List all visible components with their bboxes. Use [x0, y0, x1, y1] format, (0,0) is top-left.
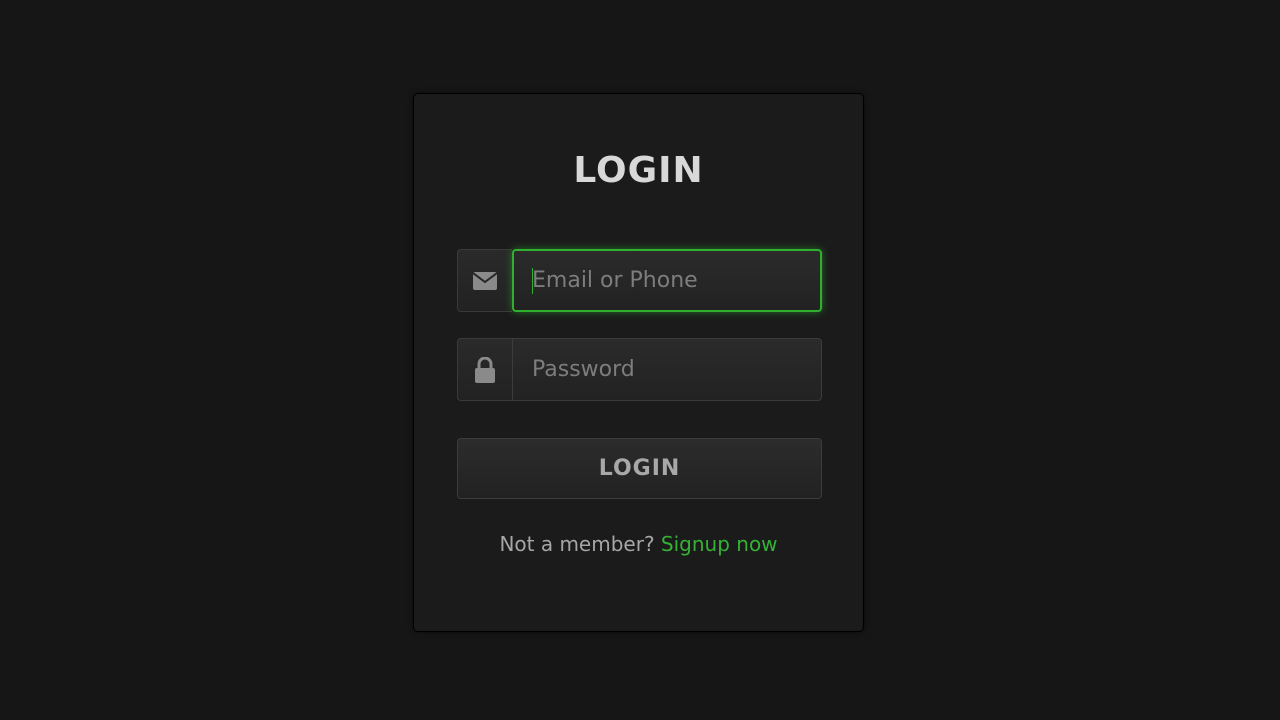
password-input[interactable] [512, 338, 822, 401]
email-icon-box [457, 249, 512, 312]
lock-icon [475, 356, 495, 383]
login-button[interactable]: LOGIN [457, 438, 822, 499]
password-icon-box [457, 338, 512, 401]
login-card: LOGIN LOGIN Not a member? Signup now [413, 93, 864, 632]
email-input[interactable] [512, 249, 822, 312]
password-field-group [457, 338, 822, 401]
signup-prompt: Not a member? [499, 532, 655, 556]
envelope-icon [473, 271, 497, 290]
signup-link[interactable]: Signup now [661, 532, 778, 556]
login-title: LOGIN [573, 150, 704, 191]
text-caret [532, 268, 533, 294]
signup-row: Not a member? Signup now [414, 532, 863, 556]
email-field-group [457, 249, 822, 312]
